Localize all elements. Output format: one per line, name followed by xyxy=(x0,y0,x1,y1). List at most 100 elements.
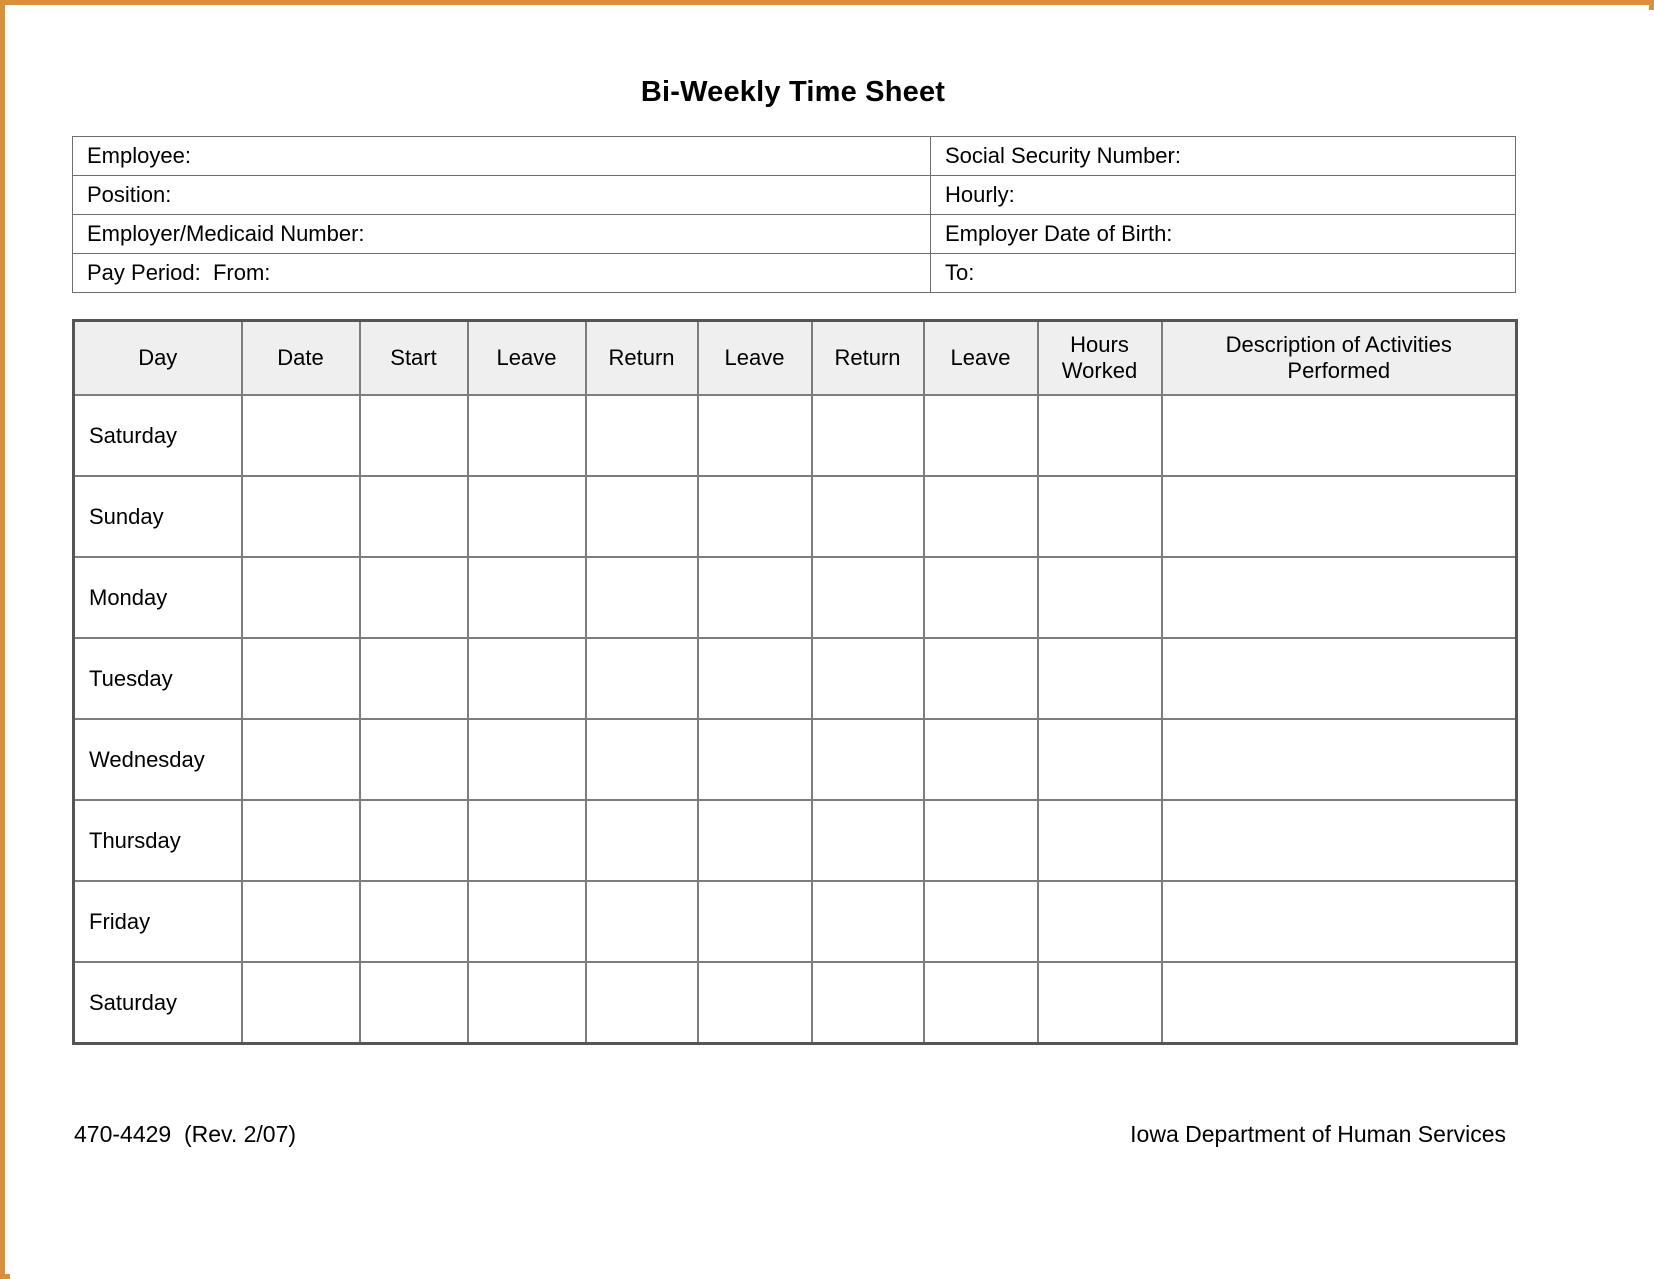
footer-form-number: 470-4429 (Rev. 2/07) xyxy=(74,1121,297,1147)
cell-leave-1[interactable] xyxy=(466,880,587,963)
timesheet-header: Day Date Start Leave Return Leave Return… xyxy=(72,319,1518,396)
cell-hours-worked[interactable] xyxy=(1036,718,1163,801)
info-label-pay-period-from[interactable]: Pay Period: From: xyxy=(72,253,931,293)
cell-description[interactable] xyxy=(1160,475,1518,558)
cell-description[interactable] xyxy=(1160,637,1518,720)
cell-leave-1[interactable] xyxy=(466,718,587,801)
cell-day: Saturday xyxy=(72,961,243,1045)
timesheet-header-row: Day Date Start Leave Return Leave Return… xyxy=(72,319,1518,396)
table-row: Saturday xyxy=(72,961,1518,1045)
description-line-2: Performed xyxy=(1287,358,1391,383)
info-label-hourly[interactable]: Hourly: xyxy=(930,175,1516,215)
column-header-leave-1: Leave xyxy=(466,319,587,396)
cell-leave-2[interactable] xyxy=(696,637,813,720)
cell-hours-worked[interactable] xyxy=(1036,556,1163,639)
table-row: Sunday xyxy=(72,475,1518,558)
cell-return-2[interactable] xyxy=(810,880,925,963)
info-label-employee[interactable]: Employee: xyxy=(72,136,931,176)
info-label-employer-date-of-birth[interactable]: Employer Date of Birth: xyxy=(930,214,1516,254)
cell-leave-2[interactable] xyxy=(696,394,813,477)
cell-leave-2[interactable] xyxy=(696,718,813,801)
cell-return-2[interactable] xyxy=(810,556,925,639)
cell-start[interactable] xyxy=(358,637,469,720)
cell-return-2[interactable] xyxy=(810,394,925,477)
cell-leave-2[interactable] xyxy=(696,961,813,1045)
cell-return-2[interactable] xyxy=(810,718,925,801)
cell-leave-1[interactable] xyxy=(466,799,587,882)
cell-return-1[interactable] xyxy=(584,799,699,882)
cell-description[interactable] xyxy=(1160,799,1518,882)
cell-date[interactable] xyxy=(240,880,361,963)
cell-description[interactable] xyxy=(1160,961,1518,1045)
info-label-position[interactable]: Position: xyxy=(72,175,931,215)
info-label-employer-medicaid-number[interactable]: Employer/Medicaid Number: xyxy=(72,214,931,254)
cell-leave-3[interactable] xyxy=(922,880,1039,963)
cell-description[interactable] xyxy=(1160,718,1518,801)
cell-leave-2[interactable] xyxy=(696,799,813,882)
cell-leave-3[interactable] xyxy=(922,394,1039,477)
cell-return-1[interactable] xyxy=(584,961,699,1045)
cell-leave-3[interactable] xyxy=(922,718,1039,801)
cell-leave-3[interactable] xyxy=(922,961,1039,1045)
description-line-1: Description of Activities xyxy=(1225,332,1452,358)
cell-return-2[interactable] xyxy=(810,961,925,1045)
cell-leave-2[interactable] xyxy=(696,475,813,558)
cell-day: Wednesday xyxy=(72,718,243,801)
cell-date[interactable] xyxy=(240,637,361,720)
column-header-day: Day xyxy=(72,319,243,396)
table-row: Thursday xyxy=(72,799,1518,882)
timesheet-table: Day Date Start Leave Return Leave Return… xyxy=(72,319,1518,1045)
cell-return-2[interactable] xyxy=(810,475,925,558)
cell-start[interactable] xyxy=(358,880,469,963)
cell-date[interactable] xyxy=(240,961,361,1045)
info-row-employee: Employee: Social Security Number: xyxy=(72,136,1516,176)
cell-leave-1[interactable] xyxy=(466,556,587,639)
cell-date[interactable] xyxy=(240,394,361,477)
cell-leave-1[interactable] xyxy=(466,475,587,558)
info-label-pay-period-to[interactable]: To: xyxy=(930,253,1516,293)
cell-hours-worked[interactable] xyxy=(1036,961,1163,1045)
cell-return-1[interactable] xyxy=(584,556,699,639)
cell-date[interactable] xyxy=(240,718,361,801)
cell-date[interactable] xyxy=(240,799,361,882)
cell-leave-2[interactable] xyxy=(696,556,813,639)
column-header-description-of-activities: Description of Activities Performed xyxy=(1160,319,1518,396)
cell-description[interactable] xyxy=(1160,394,1518,477)
cell-hours-worked[interactable] xyxy=(1036,799,1163,882)
cell-return-1[interactable] xyxy=(584,394,699,477)
cell-description[interactable] xyxy=(1160,556,1518,639)
cell-return-2[interactable] xyxy=(810,799,925,882)
cell-leave-3[interactable] xyxy=(922,556,1039,639)
cell-start[interactable] xyxy=(358,394,469,477)
cell-leave-3[interactable] xyxy=(922,799,1039,882)
table-row: Wednesday xyxy=(72,718,1518,801)
cell-hours-worked[interactable] xyxy=(1036,637,1163,720)
cell-leave-2[interactable] xyxy=(696,880,813,963)
cell-return-1[interactable] xyxy=(584,637,699,720)
cell-start[interactable] xyxy=(358,556,469,639)
cell-leave-3[interactable] xyxy=(922,475,1039,558)
cell-date[interactable] xyxy=(240,475,361,558)
cell-start[interactable] xyxy=(358,475,469,558)
cell-hours-worked[interactable] xyxy=(1036,475,1163,558)
cell-hours-worked[interactable] xyxy=(1036,394,1163,477)
cell-return-1[interactable] xyxy=(584,475,699,558)
cell-start[interactable] xyxy=(358,718,469,801)
cell-hours-worked[interactable] xyxy=(1036,880,1163,963)
cell-leave-1[interactable] xyxy=(466,637,587,720)
cell-return-1[interactable] xyxy=(584,880,699,963)
cell-start[interactable] xyxy=(358,799,469,882)
cell-date[interactable] xyxy=(240,556,361,639)
table-row: Tuesday xyxy=(72,637,1518,720)
info-label-social-security-number[interactable]: Social Security Number: xyxy=(930,136,1516,176)
cell-leave-1[interactable] xyxy=(466,394,587,477)
cell-leave-1[interactable] xyxy=(466,961,587,1045)
cell-leave-3[interactable] xyxy=(922,637,1039,720)
table-row: Friday xyxy=(72,880,1518,963)
cell-description[interactable] xyxy=(1160,880,1518,963)
info-row-employer-medicaid-number: Employer/Medicaid Number: Employer Date … xyxy=(72,214,1516,254)
cell-start[interactable] xyxy=(358,961,469,1045)
cell-return-2[interactable] xyxy=(810,637,925,720)
cell-return-1[interactable] xyxy=(584,718,699,801)
column-header-hours-worked: Hours Worked xyxy=(1036,319,1163,396)
